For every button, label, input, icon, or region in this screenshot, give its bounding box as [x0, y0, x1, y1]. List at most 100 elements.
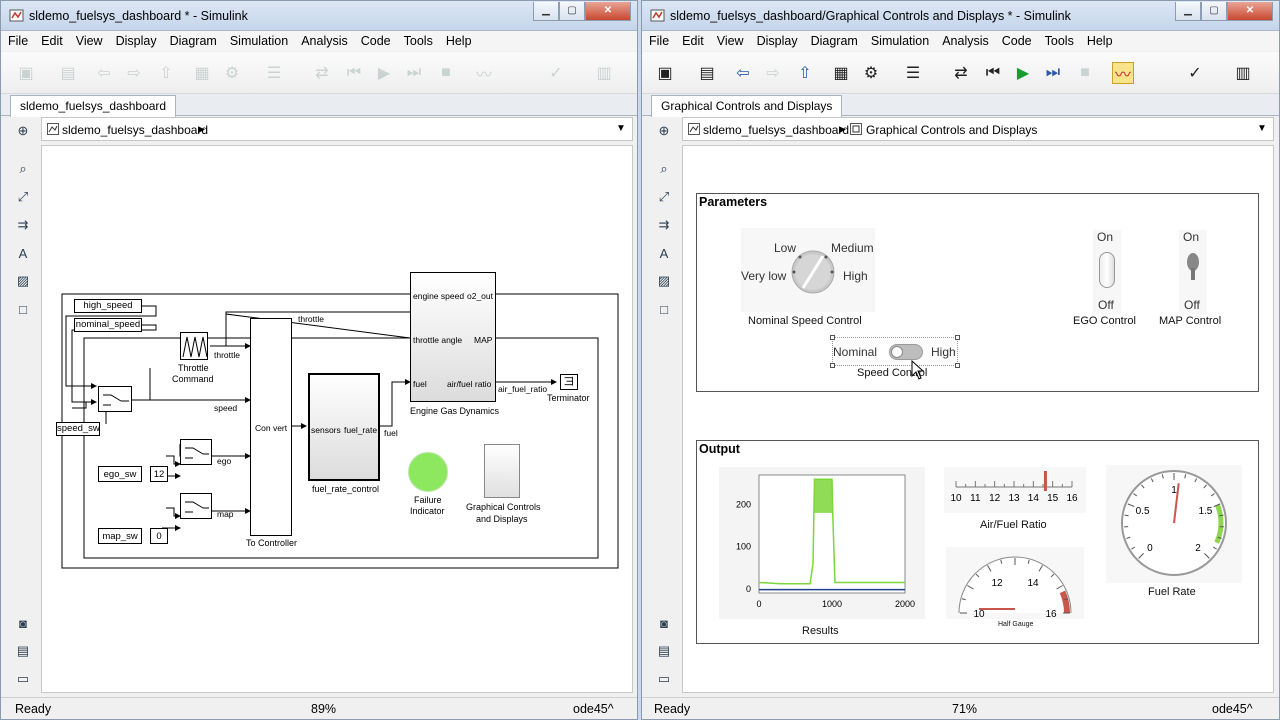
record-icon[interactable]: ⇄ — [311, 62, 333, 84]
save-icon[interactable]: ▤ — [696, 62, 718, 84]
model-advisor-icon[interactable]: ✓ — [545, 62, 567, 84]
close-button[interactable]: ✕ — [585, 2, 631, 21]
menu-help[interactable]: Help — [439, 31, 478, 48]
model-settings-gear-icon[interactable]: ⚙ — [860, 62, 882, 84]
block-map-switch[interactable] — [180, 493, 212, 519]
minimize-button[interactable]: ▁ — [1175, 2, 1201, 21]
block-graphical-controls-subsystem[interactable] — [484, 444, 520, 498]
block-throttle-command[interactable] — [180, 332, 208, 360]
hide-explorer-icon[interactable]: ⊕ — [12, 121, 34, 141]
menu-display[interactable]: Display — [109, 31, 163, 48]
status-solver[interactable]: ode45^ — [573, 702, 614, 716]
ego-control-switch[interactable]: On Off — [1093, 230, 1121, 314]
menu-code[interactable]: Code — [354, 31, 397, 48]
block-ego-switch[interactable] — [180, 439, 212, 465]
menu-analysis[interactable]: Analysis — [935, 31, 995, 48]
arrow-icon[interactable]: ⇉ — [653, 215, 675, 235]
build-icon[interactable]: ▥ — [1232, 62, 1254, 84]
menu-simulation[interactable]: Simulation — [864, 31, 935, 48]
record-icon[interactable]: ⇄ — [950, 62, 972, 84]
menu-help[interactable]: Help — [1080, 31, 1119, 48]
new-model-icon[interactable]: ▣ — [15, 62, 37, 84]
minimize-button[interactable]: ▁ — [533, 2, 559, 21]
image-icon[interactable]: ▨ — [653, 271, 675, 291]
menu-diagram[interactable]: Diagram — [163, 31, 223, 48]
screenshot-icon[interactable]: ◙ — [653, 613, 675, 633]
status-solver[interactable]: ode45^ — [1212, 702, 1253, 716]
library-browser-icon[interactable]: ▦ — [191, 62, 213, 84]
menu-display[interactable]: Display — [750, 31, 804, 48]
model-canvas[interactable]: high_speed nominal_speed speed_sw Thrott… — [41, 145, 633, 693]
block-ego-constant[interactable]: 12 — [150, 466, 168, 482]
breadcrumb-subsystem[interactable]: Graphical Controls and Displays — [866, 123, 1037, 137]
expand-icon[interactable] — [12, 667, 34, 687]
menu-code[interactable]: Code — [995, 31, 1038, 48]
breadcrumb-dropdown-icon[interactable]: ▼ — [1257, 123, 1267, 134]
area-icon[interactable]: □ — [653, 299, 675, 319]
title-bar[interactable]: sldemo_fuelsys_dashboard/Graphical Contr… — [642, 1, 1279, 31]
menu-file[interactable]: File — [642, 31, 675, 48]
block-ego-sw[interactable]: ego_sw — [98, 466, 142, 482]
step-back-icon[interactable]: ⏮ — [343, 62, 365, 84]
selection-handle[interactable] — [830, 335, 835, 340]
menu-edit[interactable]: Edit — [675, 31, 710, 48]
annotation-icon[interactable]: A — [12, 243, 34, 263]
library-browser-icon[interactable]: ▦ — [830, 62, 852, 84]
step-forward-icon[interactable]: ⏭ — [403, 62, 425, 84]
block-engine-gas-dynamics[interactable]: engine speed throttle angle fuel o2_out … — [410, 272, 496, 402]
breadcrumb-dropdown-icon[interactable]: ▼ — [616, 123, 626, 134]
title-bar[interactable]: sldemo_fuelsys_dashboard * - Simulink ▁ … — [1, 1, 637, 31]
menu-edit[interactable]: Edit — [34, 31, 69, 48]
maximize-button[interactable]: ▢ — [559, 2, 585, 21]
image-icon[interactable]: ▨ — [12, 271, 34, 291]
forward-icon[interactable]: ⇨ — [123, 62, 145, 84]
zoom-icon[interactable]: ⌕ — [653, 159, 675, 179]
maximize-button[interactable]: ▢ — [1201, 2, 1227, 21]
menu-analysis[interactable]: Analysis — [294, 31, 354, 48]
stop-icon[interactable]: ■ — [1074, 62, 1096, 84]
block-map-sw[interactable]: map_sw — [98, 528, 142, 544]
back-icon[interactable]: ⇦ — [732, 62, 754, 84]
block-high-speed[interactable]: high_speed — [74, 299, 142, 313]
screenshot-icon[interactable]: ◙ — [12, 613, 34, 633]
forward-icon[interactable]: ⇨ — [762, 62, 784, 84]
back-icon[interactable]: ⇦ — [93, 62, 115, 84]
arrow-icon[interactable]: ⇉ — [12, 215, 34, 235]
model-canvas[interactable]: Parameters Low Medium Very low High Nomi… — [682, 145, 1274, 693]
tab-subsystem[interactable]: Graphical Controls and Displays — [651, 95, 843, 117]
block-map-constant[interactable]: 0 — [150, 528, 168, 544]
annotation-icon[interactable]: A — [653, 243, 675, 263]
close-button[interactable]: ✕ — [1227, 2, 1273, 21]
block-fuel-rate-control[interactable]: sensors fuel_rate — [308, 373, 380, 481]
breadcrumb[interactable]: sldemo_fuelsys_dashboard ▶ ▼ — [41, 117, 633, 141]
results-scope[interactable]: 0 1000 2000 0 100 200 — [719, 467, 925, 619]
speed-control-slider-switch[interactable]: Nominal High — [830, 335, 960, 368]
failure-indicator-lamp[interactable] — [408, 452, 448, 492]
selection-handle[interactable] — [955, 335, 960, 340]
hide-explorer-icon[interactable]: ⊕ — [653, 121, 675, 141]
block-speed-sw[interactable]: speed_sw — [56, 422, 100, 436]
menu-view[interactable]: View — [710, 31, 750, 48]
menu-tools[interactable]: Tools — [397, 31, 439, 48]
breadcrumb-model[interactable]: sldemo_fuelsys_dashboard — [62, 123, 208, 137]
new-model-icon[interactable]: ▣ — [654, 62, 676, 84]
fit-to-view-icon[interactable]: ⤢ — [653, 187, 675, 207]
report-icon[interactable]: ▤ — [653, 641, 675, 661]
simulation-data-inspector-icon[interactable]: 〰 — [473, 62, 495, 84]
menu-file[interactable]: File — [1, 31, 34, 48]
run-icon[interactable]: ▶ — [373, 62, 395, 84]
selection-handle[interactable] — [830, 363, 835, 368]
build-icon[interactable]: ▥ — [593, 62, 615, 84]
up-icon[interactable]: ⇧ — [155, 62, 177, 84]
stop-icon[interactable]: ■ — [435, 62, 457, 84]
fit-to-view-icon[interactable]: ⤢ — [12, 187, 34, 207]
window-icon[interactable]: ▭ — [653, 669, 675, 689]
step-forward-icon[interactable]: ⏭ — [1042, 62, 1064, 84]
model-advisor-icon[interactable]: ✓ — [1184, 62, 1206, 84]
save-icon[interactable]: ▤ — [57, 62, 79, 84]
map-control-switch[interactable]: On Off — [1179, 230, 1207, 314]
breadcrumb-model[interactable]: sldemo_fuelsys_dashboard — [703, 123, 849, 137]
run-icon[interactable]: ▶ — [1012, 62, 1034, 84]
simulation-data-inspector-icon[interactable]: 〰 — [1112, 62, 1134, 84]
nominal-speed-knob[interactable]: Low Medium Very low High — [741, 228, 875, 312]
